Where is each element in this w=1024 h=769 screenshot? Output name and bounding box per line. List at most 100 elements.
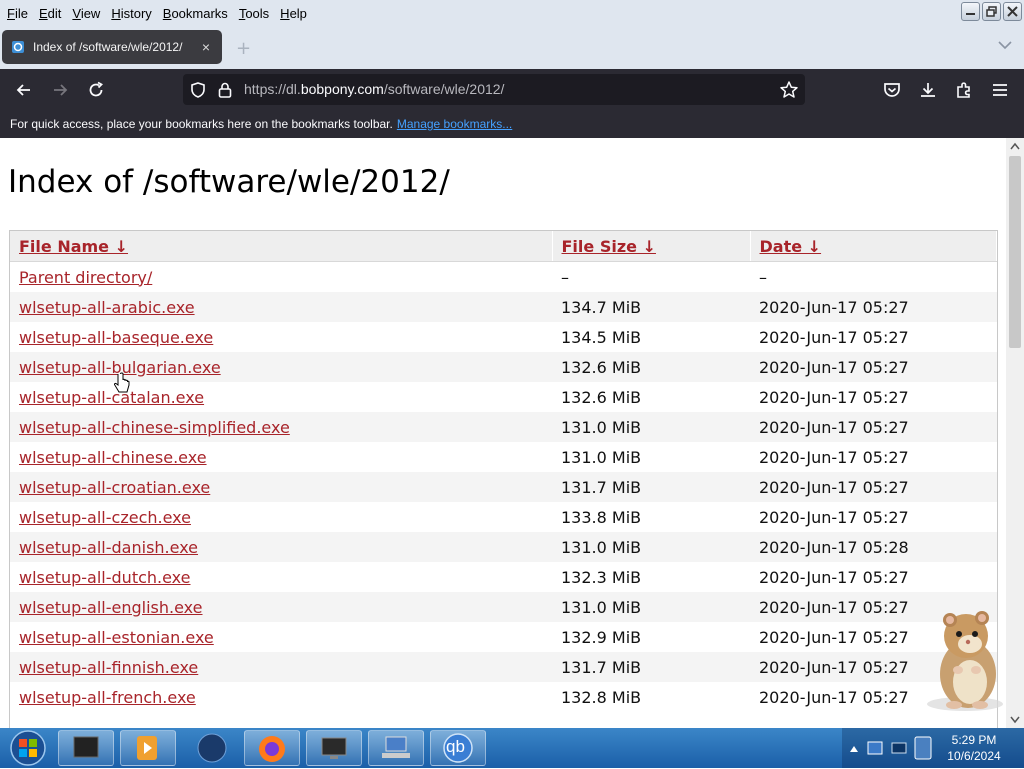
file-link[interactable]: wlsetup-all-baseque.exe bbox=[19, 328, 213, 347]
url-text[interactable]: https://dl.bobpony.com/software/wle/2012… bbox=[244, 81, 504, 97]
tray-app-icon-1[interactable] bbox=[866, 738, 884, 758]
window-controls bbox=[961, 2, 1022, 21]
taskbar-app-3[interactable] bbox=[184, 730, 240, 766]
terminal-app-icon bbox=[73, 736, 99, 758]
scrollbar-thumb[interactable] bbox=[1009, 156, 1021, 348]
page-title: Index of /software/wle/2012/ bbox=[8, 164, 450, 200]
list-all-tabs-icon[interactable] bbox=[998, 40, 1012, 50]
file-link[interactable]: Parent directory/ bbox=[19, 268, 152, 287]
table-row: wlsetup-all-french.exe 132.8 MiB 2020-Jun-… bbox=[10, 682, 997, 712]
tab-close-button[interactable]: × bbox=[198, 39, 214, 55]
file-size-cell: 134.7 MiB bbox=[552, 292, 750, 322]
new-tab-button[interactable]: + bbox=[236, 38, 251, 59]
bookmarks-toolbar: For quick access, place your bookmarks h… bbox=[0, 110, 1024, 138]
globe-app-icon bbox=[197, 733, 227, 763]
network-computer-icon bbox=[382, 736, 410, 758]
tab-active[interactable]: Index of /software/wle/2012/ × bbox=[2, 30, 222, 64]
file-date-cell: 2020-Jun-17 05:27 bbox=[759, 447, 909, 467]
download-icon[interactable] bbox=[918, 80, 938, 100]
taskbar-app-5[interactable] bbox=[306, 730, 362, 766]
menu-item-accesskey: F bbox=[7, 5, 15, 21]
menu-item-label: istory bbox=[120, 5, 152, 21]
file-link[interactable]: wlsetup-all-catalan.exe bbox=[19, 388, 204, 407]
close-window-button[interactable] bbox=[1003, 2, 1022, 21]
menu-item-2[interactable]: View bbox=[68, 6, 104, 21]
forward-icon[interactable] bbox=[50, 80, 70, 100]
taskbar-app-2[interactable] bbox=[120, 730, 176, 766]
file-size-cell: 131.0 MiB bbox=[552, 412, 750, 442]
scroll-down-icon[interactable] bbox=[1010, 716, 1020, 724]
menu-item-accesskey: H bbox=[280, 5, 290, 21]
url-bar[interactable]: https://dl.bobpony.com/software/wle/2012… bbox=[183, 74, 805, 105]
menu-item-3[interactable]: History bbox=[107, 6, 155, 21]
lock-icon[interactable] bbox=[217, 81, 233, 99]
sort-by-name-link[interactable]: File Name ↓ bbox=[19, 237, 128, 256]
menu-bar: File Edit View History Bookmarks Tools Help bbox=[0, 0, 1024, 26]
taskbar-app-6[interactable] bbox=[368, 730, 424, 766]
manage-bookmarks-link[interactable]: Manage bookmarks... bbox=[397, 117, 512, 131]
media-player-icon bbox=[137, 736, 157, 760]
file-size-cell: 134.5 MiB bbox=[561, 327, 642, 347]
menu-icon[interactable] bbox=[990, 80, 1010, 100]
taskbar-app-1[interactable] bbox=[58, 730, 114, 766]
taskbar-clock[interactable]: 5:29 PM 10/6/2024 bbox=[940, 732, 1008, 764]
tab-title: Index of /software/wle/2012/ bbox=[33, 40, 183, 54]
table-row: wlsetup-all-arabic.exe 134.7 MiB 2020-Jun-… bbox=[10, 292, 997, 322]
url-prefix: https://dl. bbox=[244, 81, 301, 97]
taskbar-firefox[interactable] bbox=[244, 730, 300, 766]
extensions-icon[interactable] bbox=[954, 80, 974, 100]
file-name-cell: wlsetup-all-english.exe bbox=[10, 592, 552, 622]
bookmarks-toolbar-message: For quick access, place your bookmarks h… bbox=[10, 117, 393, 131]
file-name-cell: wlsetup-all-arabic.exe bbox=[10, 292, 552, 322]
sort-by-date-link[interactable]: Date ↓ bbox=[760, 237, 822, 256]
menu-item-4[interactable]: Bookmarks bbox=[159, 6, 232, 21]
menu-item-6[interactable]: Help bbox=[276, 6, 311, 21]
table-row: wlsetup-all-bulgarian.exe 132.6 MiB 2020-J… bbox=[10, 352, 997, 382]
tray-network-icon[interactable] bbox=[890, 738, 908, 758]
file-link[interactable]: wlsetup-all-croatian.exe bbox=[19, 478, 210, 497]
scroll-up-icon[interactable] bbox=[1010, 142, 1020, 150]
file-name-cell: wlsetup-all-croatian.exe bbox=[10, 472, 552, 502]
file-name-cell: wlsetup-all-chinese-simplified.exe bbox=[10, 412, 552, 442]
file-name-cell: wlsetup-all-baseque.exe bbox=[10, 322, 552, 352]
file-link[interactable]: wlsetup-all-estonian.exe bbox=[19, 628, 214, 647]
column-header-file-name: File Name ↓ bbox=[10, 231, 553, 262]
minimize-button[interactable] bbox=[961, 2, 980, 21]
file-link[interactable]: wlsetup-all-chinese.exe bbox=[19, 448, 207, 467]
file-date-cell: 2020-Jun-17 05:27 bbox=[750, 292, 997, 322]
file-link[interactable]: wlsetup-all-finnish.exe bbox=[19, 658, 198, 677]
menu-item-label: ookmarks bbox=[171, 5, 228, 21]
table-row: wlsetup-all-baseque.exe 134.5 MiB 2020-Jun… bbox=[10, 322, 997, 352]
start-button[interactable] bbox=[2, 729, 54, 767]
file-link[interactable]: wlsetup-all-dutch.exe bbox=[19, 568, 191, 587]
menu-item-5[interactable]: Tools bbox=[235, 6, 273, 21]
hamster-desktop-pet[interactable] bbox=[920, 604, 1010, 714]
taskbar-qbittorrent[interactable]: qb bbox=[430, 730, 486, 766]
navigation-toolbar: https://dl.bobpony.com/software/wle/2012… bbox=[0, 69, 1024, 110]
file-link[interactable]: wlsetup-all-chinese-simplified.exe bbox=[19, 418, 290, 437]
tray-app-icon-2[interactable] bbox=[912, 734, 934, 762]
pocket-icon[interactable] bbox=[882, 80, 902, 100]
file-name-cell: wlsetup-all-bulgarian.exe bbox=[10, 352, 552, 382]
file-table: File Name ↓ File Size ↓ Date ↓ Parent di… bbox=[10, 231, 997, 712]
menu-item-1[interactable]: Edit bbox=[35, 6, 65, 21]
file-link[interactable]: wlsetup-all-arabic.exe bbox=[19, 298, 195, 317]
sort-by-size-link[interactable]: File Size ↓ bbox=[562, 237, 656, 256]
table-row: wlsetup-all-croatian.exe 131.7 MiB 2020-Ju… bbox=[10, 472, 997, 502]
menu-item-0[interactable]: File bbox=[3, 6, 32, 21]
file-link[interactable]: wlsetup-all-french.exe bbox=[19, 688, 196, 707]
tray-arrow-icon[interactable] bbox=[848, 742, 860, 756]
file-date-cell: 2020-Jun-17 05:28 bbox=[750, 532, 997, 562]
file-link[interactable]: wlsetup-all-danish.exe bbox=[19, 538, 198, 557]
file-size-cell: 132.8 MiB bbox=[561, 687, 642, 707]
file-name-cell: wlsetup-all-estonian.exe bbox=[10, 622, 552, 652]
reload-icon[interactable] bbox=[86, 80, 106, 100]
star-icon[interactable] bbox=[779, 80, 799, 100]
back-icon[interactable] bbox=[14, 80, 34, 100]
page-favicon-icon bbox=[12, 41, 24, 53]
shield-icon[interactable] bbox=[189, 81, 207, 99]
menu-item-label: dit bbox=[47, 5, 62, 21]
restore-button[interactable] bbox=[982, 2, 1001, 21]
file-link[interactable]: wlsetup-all-english.exe bbox=[19, 598, 203, 617]
file-link[interactable]: wlsetup-all-czech.exe bbox=[19, 508, 191, 527]
